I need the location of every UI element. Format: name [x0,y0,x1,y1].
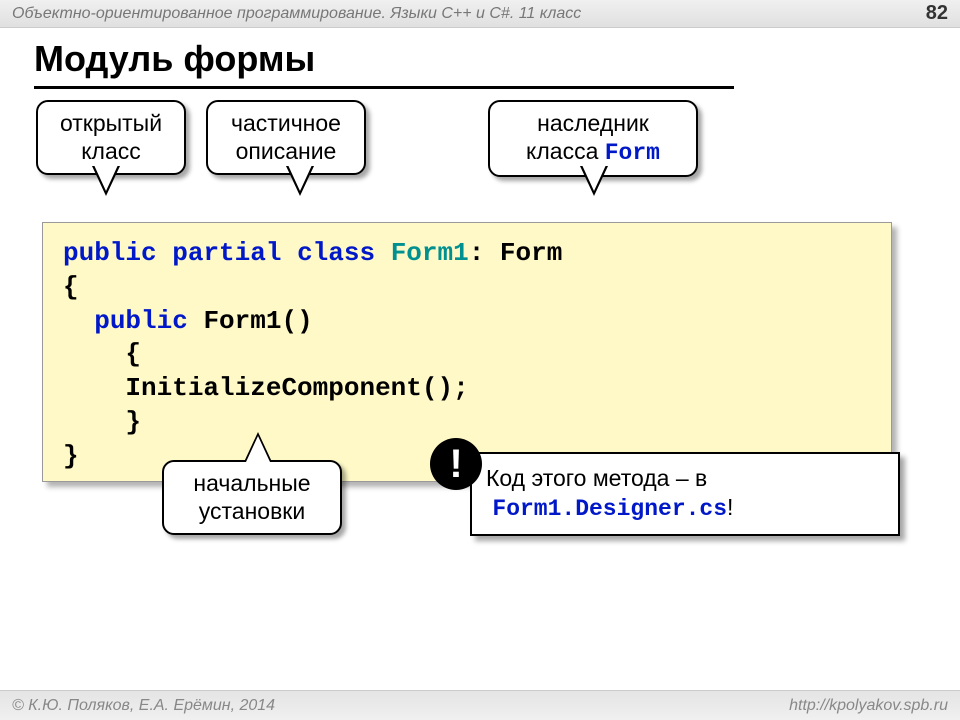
title-underline [34,86,734,89]
callout-text: класс [52,138,170,166]
callout-text: начальные [178,470,326,498]
callout-text: описание [222,138,350,166]
footer-url: http://kpolyakov.spb.ru [789,697,948,715]
code-text: InitializeComponent(); [125,373,468,403]
note-excl: ! [727,494,733,520]
callout-text: установки [178,498,326,526]
callout-partial: частичное описание [206,100,366,175]
code-keyword: class [297,238,375,268]
code-text: Form1() [203,306,312,336]
callout-code-word: Form [605,140,660,166]
code-keyword: public [94,306,188,336]
note-filename: Form1.Designer.cs [492,496,727,522]
footer-copyright: © К.Ю. Поляков, Е.А. Ерёмин, 2014 [12,697,275,715]
callout-initial-settings: начальные установки [162,460,342,535]
code-keyword: public [63,238,157,268]
note-text: Код этого метода – в [486,464,884,493]
code-classname: Form1 [391,238,469,268]
slide-title: Модуль формы [34,38,315,80]
code-text: : Form [469,238,563,268]
header-band: Объектно-ориентированное программировани… [0,0,960,28]
code-line: { [63,338,871,372]
callout-text-part: класса [526,138,605,164]
code-line: } [63,406,871,440]
callout-text: класса Form [504,138,682,168]
exclamation-icon: ! [430,438,482,490]
footer-band: © К.Ю. Поляков, Е.А. Ерёмин, 2014 http:/… [0,690,960,720]
code-text: } [125,407,141,437]
code-keyword: partial [172,238,281,268]
course-title: Объектно-ориентированное программировани… [12,5,581,23]
note-file-line: Form1.Designer.cs! [486,493,884,524]
code-text: { [125,339,141,369]
code-line: public Form1() [63,305,871,339]
code-line: public partial class Form1: Form [63,237,871,271]
page-number: 82 [926,2,948,25]
code-line: InitializeComponent(); [63,372,871,406]
code-line: { [63,271,871,305]
callout-text: наследник [504,110,682,138]
callout-text: частичное [222,110,350,138]
callout-text: открытый [52,110,170,138]
callout-open-class: открытый класс [36,100,186,175]
note-box: Код этого метода – в Form1.Designer.cs! [470,452,900,536]
